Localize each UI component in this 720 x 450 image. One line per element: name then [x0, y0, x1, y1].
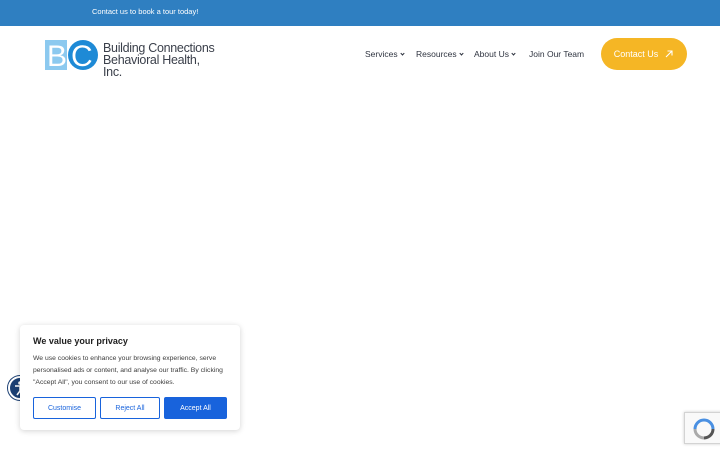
chevron-down-icon — [459, 51, 464, 56]
nav-about-label: About Us — [474, 49, 509, 59]
announcement-text[interactable]: Contact us to book a tour today! — [92, 7, 198, 16]
external-arrow-icon — [665, 50, 673, 58]
recaptcha-icon — [693, 418, 715, 440]
cookie-description: We use cookies to enhance your browsing … — [33, 355, 223, 386]
chevron-down-icon — [511, 51, 516, 56]
nav-services[interactable]: Services — [365, 49, 405, 59]
nav-resources-label: Resources — [416, 49, 457, 59]
announcement-bar-brush-edge — [0, 20, 720, 26]
nav-resources[interactable]: Resources — [416, 49, 464, 59]
reject-all-button[interactable]: Reject All — [100, 397, 160, 419]
chevron-down-icon — [399, 51, 405, 56]
accept-all-button[interactable]: Accept All — [164, 397, 227, 419]
nav-join-label: Join Our Team — [529, 49, 585, 59]
contact-us-label: Contact Us — [613, 49, 659, 59]
nav-services-label: Services — [365, 49, 398, 59]
nav-about[interactable]: About Us — [474, 49, 516, 59]
cookie-title: We value your privacy — [33, 336, 128, 346]
contact-us-button[interactable]: Contact Us — [601, 38, 687, 70]
customise-button[interactable]: Customise — [33, 397, 96, 419]
recaptcha-badge[interactable] — [684, 412, 720, 444]
nav-join[interactable]: Join Our Team — [529, 49, 584, 59]
cookie-consent-banner: We value your privacy We use cookies to … — [20, 325, 240, 430]
